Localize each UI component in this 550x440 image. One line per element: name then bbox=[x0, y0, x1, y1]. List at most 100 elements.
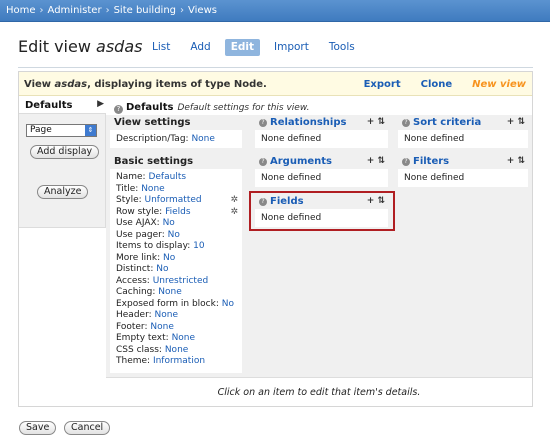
arguments-body: None defined bbox=[261, 173, 322, 183]
rearrange-icon[interactable]: ⇅ bbox=[377, 156, 385, 166]
setting-value[interactable]: Unrestricted bbox=[153, 276, 208, 286]
edit-hint: Click on an item to edit that item's det… bbox=[106, 377, 532, 406]
view-editor: View asdas, displaying items of type Nod… bbox=[18, 71, 533, 407]
setting-value[interactable]: None bbox=[141, 184, 164, 194]
setting-value[interactable]: No bbox=[156, 264, 168, 274]
setting-row-exposed-form: Exposed form in block: No bbox=[116, 299, 236, 311]
view-settings-body: Description/Tag: None bbox=[110, 130, 242, 150]
tab-import[interactable]: Import bbox=[268, 39, 315, 56]
basic-settings-title: Basic settings bbox=[114, 156, 194, 167]
arguments-header: ? Arguments + ⇅ bbox=[255, 155, 388, 169]
setting-value[interactable]: Information bbox=[153, 356, 205, 366]
info-prefix: View bbox=[24, 79, 52, 90]
help-icon[interactable]: ? bbox=[114, 105, 123, 114]
breadcrumb-separator: › bbox=[180, 5, 185, 16]
setting-label: Empty text: bbox=[116, 333, 169, 343]
add-icon[interactable]: + bbox=[367, 156, 375, 166]
setting-row-empty-text: Empty text: None bbox=[116, 333, 236, 345]
setting-value[interactable]: Defaults bbox=[148, 172, 186, 182]
setting-row-title: Title: None bbox=[116, 184, 236, 196]
gear-icon[interactable]: ✲ bbox=[230, 207, 238, 219]
setting-value[interactable]: None bbox=[158, 287, 181, 297]
basic-settings-body: Name: Defaults Title: None Style: Unform… bbox=[110, 169, 242, 372]
gear-icon[interactable]: ✲ bbox=[230, 195, 238, 207]
setting-label: Style: bbox=[116, 195, 142, 205]
setting-row-items-to-display: Items to display: 10 bbox=[116, 241, 236, 253]
arguments-title[interactable]: Arguments bbox=[270, 156, 332, 167]
setting-label: Footer: bbox=[116, 321, 148, 332]
tab-edit[interactable]: Edit bbox=[224, 39, 261, 56]
filters-title[interactable]: Filters bbox=[413, 156, 449, 167]
setting-label: Distinct: bbox=[116, 264, 154, 274]
tab-add[interactable]: Add bbox=[184, 39, 216, 56]
rearrange-icon[interactable]: ⇅ bbox=[517, 156, 525, 166]
arguments-panel: ? Arguments + ⇅ None defined bbox=[255, 155, 388, 187]
add-icon[interactable]: + bbox=[507, 156, 515, 166]
display-tab-defaults[interactable]: Defaults ▶ bbox=[19, 96, 106, 114]
rearrange-icon[interactable]: ⇅ bbox=[517, 117, 525, 127]
setting-row: Description/Tag: None bbox=[116, 134, 236, 146]
display-type-select[interactable]: Page ⇕ bbox=[26, 124, 97, 137]
help-icon[interactable]: ? bbox=[259, 119, 267, 127]
select-arrows-icon: ⇕ bbox=[85, 125, 96, 136]
sort-criteria-body: None defined bbox=[404, 134, 465, 144]
defaults-header: ? Defaults Default settings for this view. bbox=[114, 102, 310, 114]
setting-value[interactable]: 10 bbox=[193, 241, 204, 251]
add-icon[interactable]: + bbox=[367, 117, 375, 127]
analyze-button[interactable]: Analyze bbox=[37, 185, 89, 199]
setting-value-description[interactable]: None bbox=[191, 134, 214, 144]
setting-value[interactable]: None bbox=[150, 322, 173, 332]
setting-row-footer: Footer: None bbox=[116, 322, 236, 334]
help-icon[interactable]: ? bbox=[402, 119, 410, 127]
breadcrumb-separator: › bbox=[105, 5, 110, 16]
setting-row-style: Style: Unformatted ✲ bbox=[116, 195, 238, 207]
view-info-bar: View asdas, displaying items of type Nod… bbox=[19, 72, 532, 96]
breadcrumb-site-building[interactable]: Site building bbox=[114, 5, 176, 16]
clone-link[interactable]: Clone bbox=[421, 79, 453, 90]
filters-tools: + ⇅ bbox=[507, 156, 525, 166]
setting-label: Exposed form in block: bbox=[116, 298, 219, 309]
setting-value[interactable]: No bbox=[163, 218, 175, 228]
setting-value[interactable]: None bbox=[155, 310, 178, 320]
tab-list[interactable]: List bbox=[146, 39, 176, 56]
view-settings-title: View settings bbox=[114, 117, 191, 128]
setting-label: Use pager: bbox=[116, 229, 165, 240]
breadcrumb-administer[interactable]: Administer bbox=[48, 5, 102, 16]
page-title: Edit view asdas bbox=[18, 37, 142, 56]
setting-label: Title: bbox=[116, 183, 139, 194]
add-display-button[interactable]: Add display bbox=[30, 145, 100, 159]
add-icon[interactable]: + bbox=[507, 117, 515, 127]
setting-row-access: Access: Unrestricted bbox=[116, 276, 236, 288]
setting-value[interactable]: None bbox=[172, 333, 195, 343]
help-icon[interactable]: ? bbox=[402, 158, 410, 166]
defaults-header-title: Defaults bbox=[126, 102, 174, 113]
view-settings-panel: View settings Description/Tag: None bbox=[110, 116, 242, 148]
breadcrumb-home[interactable]: Home bbox=[6, 5, 36, 16]
setting-label: Name: bbox=[116, 172, 146, 182]
new-view-link[interactable]: New view bbox=[472, 79, 526, 90]
rearrange-icon[interactable]: ⇅ bbox=[377, 117, 385, 127]
setting-row-css-class: CSS class: None bbox=[116, 345, 236, 357]
setting-value[interactable]: No bbox=[222, 299, 234, 309]
setting-row-row-style: Row style: Fields ✲ bbox=[116, 206, 238, 219]
page-title-view-name: asdas bbox=[96, 37, 143, 56]
setting-value[interactable]: Fields bbox=[165, 207, 190, 217]
setting-value[interactable]: Unformatted bbox=[145, 195, 202, 205]
tab-tools[interactable]: Tools bbox=[323, 39, 361, 56]
setting-value[interactable]: None bbox=[165, 345, 188, 355]
sort-criteria-panel: ? Sort criteria + ⇅ None defined bbox=[398, 116, 528, 148]
setting-row-use-ajax: Use AJAX: No bbox=[116, 218, 236, 230]
cancel-button[interactable]: Cancel bbox=[64, 421, 111, 435]
sort-criteria-title[interactable]: Sort criteria bbox=[413, 117, 481, 128]
setting-value[interactable]: No bbox=[163, 253, 175, 263]
export-link[interactable]: Export bbox=[364, 79, 401, 90]
save-button[interactable]: Save bbox=[19, 421, 57, 435]
defaults-header-description: Default settings for this view. bbox=[177, 103, 310, 113]
help-icon[interactable]: ? bbox=[259, 158, 267, 166]
relationships-title[interactable]: Relationships bbox=[270, 117, 346, 128]
setting-label: Row style: bbox=[116, 206, 163, 217]
setting-value[interactable]: No bbox=[168, 230, 180, 240]
setting-row-theme: Theme: Information bbox=[116, 356, 236, 368]
fields-highlight-box bbox=[249, 191, 395, 231]
breadcrumb-views[interactable]: Views bbox=[188, 5, 217, 16]
